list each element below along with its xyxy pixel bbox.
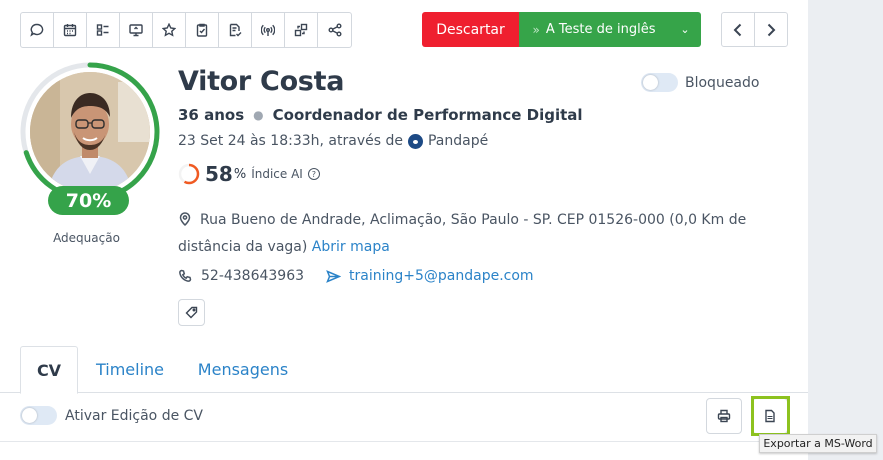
- chevron-down-icon: ⌄: [680, 23, 690, 36]
- transfer-icon: [294, 23, 308, 37]
- address-text: Rua Bueno de Andrade, Aclimação, São Pau…: [178, 212, 747, 255]
- double-chevron-right-icon: »: [532, 22, 540, 37]
- fit-score-label: Adequação: [53, 231, 120, 245]
- separator-dot: ●: [253, 108, 264, 122]
- application-date: 23 Set 24 às 18:33h, através de Pandapé: [178, 133, 488, 149]
- share-icon: [328, 23, 341, 37]
- chevron-right-icon: [767, 23, 776, 36]
- signal-icon: [261, 24, 275, 36]
- tests-button[interactable]: [219, 13, 252, 47]
- checklist-button[interactable]: [87, 13, 120, 47]
- blocked-toggle-row: Bloqueado: [641, 73, 759, 92]
- candidate-role: Coordenador de Performance Digital: [272, 106, 583, 124]
- section-divider: [0, 441, 808, 442]
- application-source: Pandapé: [427, 133, 489, 149]
- candidate-navigation: [721, 12, 788, 47]
- application-date-text: 23 Set 24 às 18:33h, através de: [178, 133, 403, 149]
- advance-stage-label: A Teste de inglês: [545, 22, 656, 37]
- pandape-logo-icon: [407, 133, 423, 149]
- tag-icon: [185, 306, 198, 319]
- advance-stage-button[interactable]: » A Teste de inglês: [519, 12, 669, 47]
- tab-messages[interactable]: Mensagens: [190, 346, 296, 393]
- add-tag-button[interactable]: [178, 299, 205, 326]
- calendar-icon: [63, 24, 77, 37]
- phone-number[interactable]: 52-438643963: [201, 268, 304, 284]
- ai-score-value: 58: [205, 162, 233, 186]
- candidate-name: Vitor Costa: [178, 66, 345, 97]
- cv-edit-toggle-label: Ativar Edição de CV: [65, 407, 203, 424]
- tab-timeline[interactable]: Timeline: [86, 346, 174, 393]
- checklist-icon: [96, 24, 109, 36]
- star-icon: [162, 23, 176, 37]
- chat-button[interactable]: [21, 13, 54, 47]
- previous-candidate-button[interactable]: [722, 13, 755, 46]
- send-icon: [326, 269, 342, 283]
- blocked-toggle[interactable]: [641, 73, 678, 92]
- ai-score-unit: %: [233, 166, 247, 182]
- location-pin-icon: [179, 212, 191, 227]
- clipboard-check-icon: [196, 23, 208, 37]
- export-word-tooltip: Exportar a MS-Word: [759, 434, 877, 453]
- favorite-button[interactable]: [153, 13, 186, 47]
- chat-icon: [30, 23, 44, 37]
- broadcast-button[interactable]: [252, 13, 285, 47]
- evaluation-button[interactable]: [186, 13, 219, 47]
- screen-share-icon: [129, 24, 143, 37]
- ai-index: 58 % Índice AI ?: [178, 162, 320, 186]
- schedule-button[interactable]: [54, 13, 87, 47]
- video-interview-button[interactable]: [120, 13, 153, 47]
- ai-progress-ring: [178, 163, 200, 185]
- tab-cv[interactable]: CV: [20, 346, 78, 394]
- advance-options-button[interactable]: ⌄: [669, 12, 701, 47]
- print-button[interactable]: [706, 398, 742, 434]
- right-side-panel: [808, 0, 883, 460]
- printer-icon: [717, 409, 731, 423]
- candidate-age: 36 anos: [178, 106, 245, 124]
- document-check-icon: [229, 23, 242, 37]
- help-icon[interactable]: ?: [307, 168, 320, 180]
- fit-score-badge: 70%: [48, 186, 129, 215]
- candidate-avatar: [20, 62, 160, 202]
- candidate-toolbar: [20, 12, 352, 48]
- profile-tabs: CV Timeline Mensagens: [0, 346, 808, 394]
- candidate-address: Rua Bueno de Andrade, Aclimação, São Pau…: [178, 207, 788, 261]
- move-candidate-button[interactable]: [285, 13, 318, 47]
- cv-edit-toggle[interactable]: [20, 406, 57, 425]
- export-word-highlight: [751, 396, 790, 436]
- phone-icon: [179, 269, 192, 282]
- candidate-photo: [30, 72, 150, 192]
- chevron-left-icon: [733, 23, 742, 36]
- open-map-link[interactable]: Abrir mapa: [312, 239, 390, 255]
- blocked-label: Bloqueado: [685, 74, 760, 91]
- share-button[interactable]: [318, 13, 351, 47]
- contact-row: 52-438643963 training+5@pandape.com: [178, 268, 534, 284]
- candidate-subline: 36 anos ● Coordenador de Performance Dig…: [178, 106, 583, 124]
- cv-edit-toggle-row: Ativar Edição de CV: [20, 406, 203, 425]
- next-candidate-button[interactable]: [755, 13, 787, 46]
- discard-button[interactable]: Descartar: [422, 12, 519, 47]
- email-link[interactable]: training+5@pandape.com: [349, 268, 534, 284]
- ai-score-label: Índice AI: [251, 167, 303, 181]
